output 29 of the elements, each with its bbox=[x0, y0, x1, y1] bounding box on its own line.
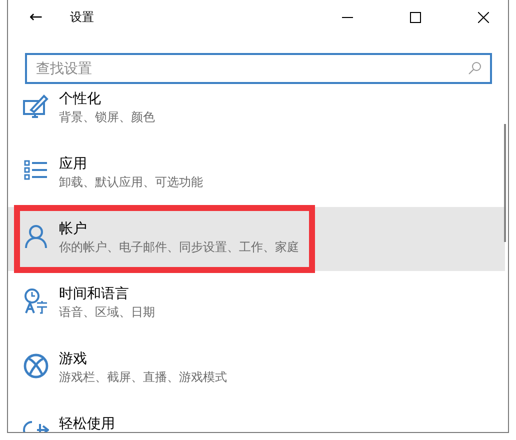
person-icon bbox=[23, 223, 49, 249]
item-description: 背景、锁屏、颜色 bbox=[59, 109, 155, 126]
item-description: 游戏栏、截屏、直播、游戏模式 bbox=[59, 369, 227, 386]
xbox-icon bbox=[23, 353, 49, 379]
item-title: 应用 bbox=[59, 155, 88, 174]
settings-item[interactable]: 个性化 背景、锁屏、颜色 bbox=[8, 86, 505, 141]
back-button[interactable]: ← bbox=[25, 9, 47, 25]
minimize-icon bbox=[342, 16, 352, 18]
settings-item[interactable]: 应用 卸载、默认应用、可选功能 bbox=[8, 142, 505, 206]
settings-item[interactable]: 轻松使用 bbox=[8, 402, 505, 432]
clock-letter-icon bbox=[23, 288, 49, 314]
palette-icon bbox=[23, 93, 49, 119]
item-title: 轻松使用 bbox=[59, 415, 115, 432]
close-icon bbox=[478, 12, 488, 22]
item-title: 帐户 bbox=[59, 220, 88, 239]
item-title: 时间和语言 bbox=[59, 285, 130, 304]
item-description: 卸载、默认应用、可选功能 bbox=[59, 174, 203, 191]
settings-item[interactable]: 时间和语言 语音、区域、日期 bbox=[8, 272, 505, 336]
item-description: 你的帐户、电子邮件、同步设置、工作、家庭 bbox=[59, 239, 299, 256]
search-field[interactable]: 查找设置 bbox=[25, 53, 492, 84]
scrollbar[interactable] bbox=[504, 124, 506, 242]
maximize-icon bbox=[410, 12, 420, 22]
item-title: 个性化 bbox=[59, 90, 102, 109]
settings-item[interactable]: 帐户 你的帐户、电子邮件、同步设置、工作、家庭 bbox=[8, 207, 505, 271]
settings-item[interactable]: 游戏 游戏栏、截屏、直播、游戏模式 bbox=[8, 337, 505, 401]
window-title: 设置 bbox=[70, 9, 94, 26]
item-description: 语音、区域、日期 bbox=[59, 304, 155, 321]
item-title: 游戏 bbox=[59, 350, 88, 369]
search-icon bbox=[468, 61, 482, 75]
